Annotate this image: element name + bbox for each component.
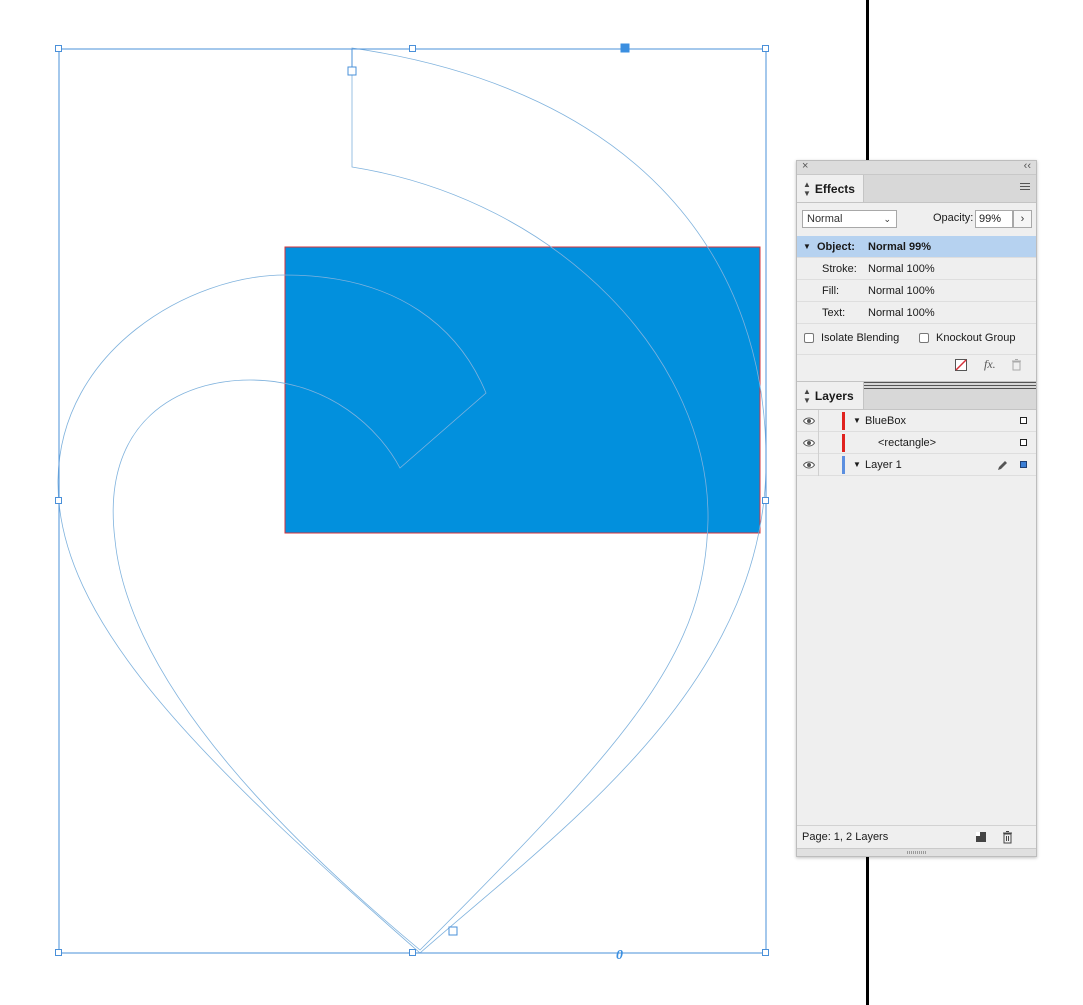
layer-row-layer-1[interactable]: ▼ Layer 1 (797, 454, 1036, 476)
content-grabber-handle[interactable] (620, 43, 630, 53)
handle-middle-left[interactable] (55, 497, 62, 504)
tab-layers[interactable]: ▲ ▼ Layers (797, 382, 864, 409)
layer-color-swatch (842, 434, 845, 452)
tab-effects[interactable]: ▲ ▼ Effects (797, 175, 864, 202)
selection-square-icon[interactable] (1020, 439, 1027, 446)
effect-row-object[interactable]: ▼ Object: Normal 99% (797, 236, 1036, 258)
rotation-indicator: 0 (616, 948, 623, 963)
divider (818, 432, 819, 454)
panel-menu-icon[interactable] (1020, 183, 1030, 192)
effects-tab-bar: ▲ ▼ Effects (797, 175, 1036, 203)
opacity-input[interactable]: 99% (975, 210, 1013, 228)
knockout-group-checkbox[interactable] (919, 333, 929, 343)
divider (818, 454, 819, 476)
resize-grip[interactable] (797, 848, 1036, 856)
layer-name: Layer 1 (865, 459, 902, 471)
effect-row-stroke[interactable]: Stroke: Normal 100% (797, 258, 1036, 280)
layers-tab-bar: ▲ ▼ Layers (797, 381, 1036, 410)
layer-color-swatch (842, 412, 845, 430)
effect-row-text[interactable]: Text: Normal 100% (797, 302, 1036, 324)
knockout-group-label: Knockout Group (936, 332, 1016, 344)
layers-footer: Page: 1, 2 Layers (797, 825, 1036, 848)
divider (818, 410, 819, 432)
blue-rectangle[interactable] (284, 246, 761, 534)
fx-icon[interactable]: fx. (984, 357, 996, 372)
blend-opacity-row: Normal ⌄ Opacity: 99% › (797, 203, 1036, 236)
eye-icon[interactable] (802, 454, 816, 484)
disclosure-triangle-icon[interactable]: ▼ (803, 236, 811, 258)
layer-name: <rectangle> (878, 437, 937, 449)
isolate-blending-label: Isolate Blending (821, 332, 900, 344)
selection-square-icon[interactable] (1020, 417, 1027, 424)
opacity-slider-button[interactable]: › (1013, 210, 1032, 228)
collapse-panel-icon[interactable]: ‹‹ (1024, 160, 1031, 172)
page-edge-line (866, 857, 869, 1005)
panel-title-bar[interactable]: × ‹‹ (797, 160, 1036, 175)
disclosure-triangle-icon[interactable]: ▼ (853, 454, 861, 476)
layer-row-rectangle[interactable]: <rectangle> (797, 432, 1036, 454)
isolate-blending-checkbox[interactable] (804, 333, 814, 343)
trash-icon[interactable] (1011, 359, 1022, 374)
opacity-label: Opacity: (933, 212, 974, 224)
handle-bottom-right[interactable] (762, 949, 769, 956)
pen-icon[interactable] (997, 454, 1008, 484)
layer-name: BlueBox (865, 415, 906, 427)
handle-top-center[interactable] (409, 45, 416, 52)
clear-effects-icon[interactable] (955, 359, 967, 374)
handle-middle-right[interactable] (762, 497, 769, 504)
layer-color-swatch (842, 456, 845, 474)
handle-bottom-left[interactable] (55, 949, 62, 956)
anchor-point-handle[interactable] (347, 66, 357, 76)
close-panel-icon[interactable]: × (802, 160, 808, 172)
effect-row-fill[interactable]: Fill: Normal 100% (797, 280, 1036, 302)
layer-row-bluebox[interactable]: ▼ BlueBox (797, 410, 1036, 432)
updown-arrows-icon: ▲ ▼ (803, 179, 811, 198)
chevron-down-icon: ⌄ (883, 214, 891, 224)
selection-square-icon[interactable] (1020, 461, 1027, 468)
handle-bottom-center[interactable] (409, 949, 416, 956)
handle-top-right[interactable] (762, 45, 769, 52)
effects-footer: fx. (797, 355, 1036, 377)
blend-mode-select[interactable]: Normal ⌄ (802, 210, 897, 228)
handle-top-left[interactable] (55, 45, 62, 52)
layers-status: Page: 1, 2 Layers (802, 831, 889, 843)
updown-arrows-icon: ▲ ▼ (803, 386, 811, 405)
effects-layers-panel[interactable]: × ‹‹ ▲ ▼ Effects Normal ⌄ Opacity: 99% › … (796, 160, 1037, 857)
anchor-point-handle[interactable] (448, 926, 458, 936)
blending-options: Isolate Blending Knockout Group (797, 324, 1036, 355)
disclosure-triangle-icon[interactable]: ▼ (853, 410, 861, 432)
page-edge-line (866, 0, 869, 160)
